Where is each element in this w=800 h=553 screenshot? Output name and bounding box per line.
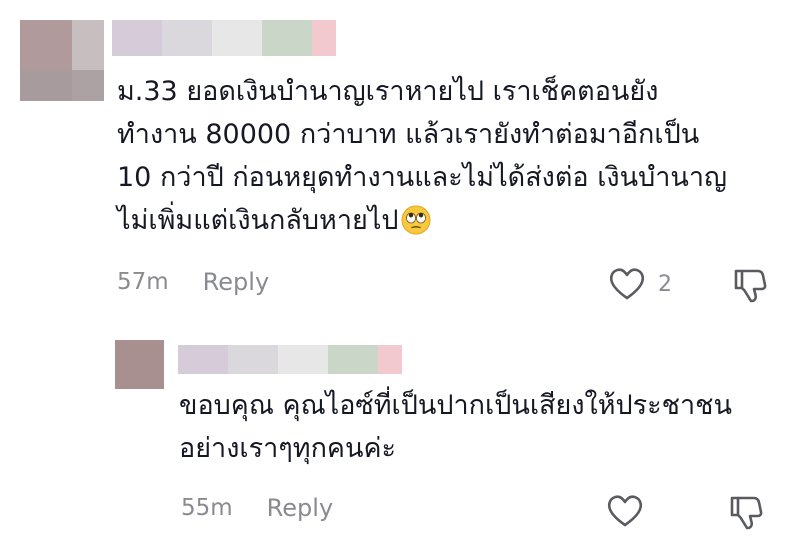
comment-line-text: ไม่เพิ่มแต่เงินกลับหายไป — [117, 205, 399, 236]
like-button[interactable]: 2 — [608, 266, 672, 302]
comment-line: 10 กว่าปี ก่อนหยุดทำงานและไม่ได้ส่งต่อ เ… — [117, 162, 727, 193]
comment-line: ไม่เพิ่มแต่เงินกลับหายไป — [117, 199, 727, 242]
timestamp: 57m — [117, 269, 169, 295]
comment-line: ทำงาน 80000 กว่าบาท แล้วเรายังทำต่อมาอีก… — [117, 119, 700, 150]
avatar[interactable] — [115, 340, 164, 389]
dislike-button[interactable] — [732, 266, 768, 308]
face-with-rolling-eyes-icon — [401, 205, 431, 235]
username-redacted[interactable] — [112, 20, 336, 56]
comment-line: อย่างเราๆทุกคนค่ะ — [179, 433, 397, 464]
timestamp: 55m — [181, 495, 233, 521]
like-count: 2 — [658, 271, 672, 297]
like-button[interactable] — [606, 493, 644, 529]
thumbs-down-icon — [734, 269, 767, 303]
reply-button[interactable]: Reply — [267, 494, 333, 522]
comment-body: ขอบคุณ คุณไอซ์ที่เป็นปากเป็นเสียงให้ประช… — [179, 384, 732, 470]
avatar[interactable] — [20, 20, 104, 101]
comment-line: ม.33 ยอดเงินบำนาญเราหายไป เราเช็คตอนยัง — [117, 76, 659, 107]
heart-icon — [607, 495, 643, 527]
comment-thread: ม.33 ยอดเงินบำนาญเราหายไป เราเช็คตอนยัง … — [0, 0, 800, 553]
comment-line: ขอบคุณ คุณไอซ์ที่เป็นปากเป็นเสียงให้ประช… — [179, 390, 732, 421]
reply-button[interactable]: Reply — [203, 268, 269, 296]
dislike-button[interactable] — [728, 493, 764, 535]
comment-meta: 57m Reply — [117, 268, 269, 296]
username-redacted[interactable] — [178, 345, 402, 374]
heart-icon — [609, 268, 645, 300]
thumbs-down-icon — [730, 496, 763, 530]
comment-meta: 55m Reply — [181, 494, 333, 522]
comment-body: ม.33 ยอดเงินบำนาญเราหายไป เราเช็คตอนยัง … — [117, 70, 727, 242]
